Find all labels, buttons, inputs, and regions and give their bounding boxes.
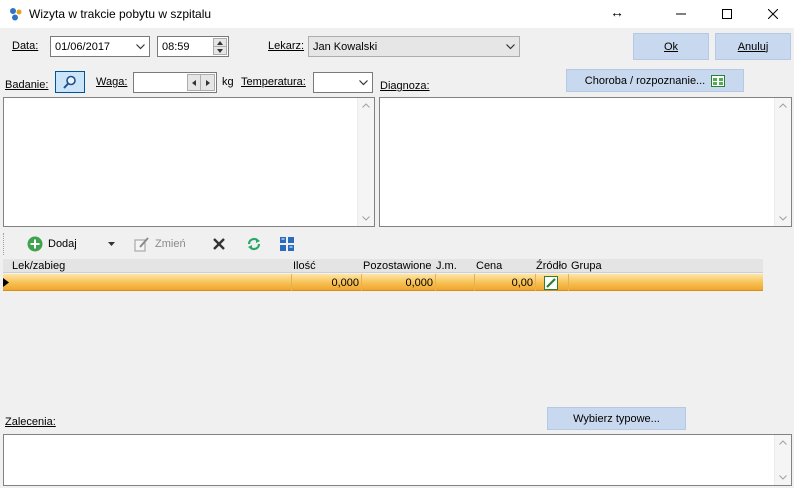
ok-label: Ok xyxy=(663,40,679,53)
cell-zrodlo xyxy=(536,274,569,291)
add-button[interactable]: Dodaj xyxy=(27,234,77,254)
choroba-button[interactable]: Choroba / rozpoznanie... xyxy=(566,69,744,92)
maximize-button[interactable] xyxy=(704,0,750,28)
maximize-icon xyxy=(722,9,732,19)
diagnoza-scrollbar[interactable] xyxy=(774,98,791,226)
resize-horizontal-icon: ↔ xyxy=(610,4,624,20)
chevron-down-icon xyxy=(506,43,515,49)
search-icon xyxy=(63,75,76,89)
diagnoza-label: Diagnoza: xyxy=(380,80,430,92)
cancel-label: Anuluj xyxy=(737,40,769,53)
zalecenia-scrollbar[interactable] xyxy=(774,435,791,485)
time-spinner[interactable] xyxy=(213,38,227,55)
grid-header: Lek/zabieg Ilość Pozostawione J.m. Cena … xyxy=(3,259,763,273)
add-dropdown-button[interactable] xyxy=(108,234,115,254)
cell-grupa xyxy=(569,274,763,291)
ok-button[interactable]: Ok xyxy=(633,33,709,60)
temperatura-dropdown-button[interactable] xyxy=(355,73,372,92)
table-icon xyxy=(711,74,726,87)
add-button-label: Dodaj xyxy=(48,238,77,250)
scroll-down-icon[interactable] xyxy=(779,475,787,480)
scroll-down-icon[interactable] xyxy=(362,216,370,221)
spin-up-icon[interactable] xyxy=(213,38,227,47)
time-value: 08:59 xyxy=(162,40,190,53)
badanie-scrollbar[interactable] xyxy=(357,98,374,226)
scroll-down-icon[interactable] xyxy=(779,216,787,221)
diagnoza-textarea[interactable] xyxy=(379,97,792,227)
chevron-down-icon xyxy=(136,43,145,49)
minimize-icon xyxy=(676,13,686,15)
doctor-dropdown-button[interactable] xyxy=(502,37,519,56)
caret-down-icon xyxy=(108,242,115,246)
zalecenia-label: Zalecenia: xyxy=(5,416,56,428)
col-header-cena[interactable]: Cena xyxy=(476,260,502,272)
step-left-icon[interactable] xyxy=(187,74,201,91)
col-header-ilosc[interactable]: Ilość xyxy=(293,260,316,272)
edit-button-label: Zmień xyxy=(155,238,186,250)
close-icon xyxy=(768,9,778,19)
col-header-zrodlo[interactable]: Źródło xyxy=(536,260,567,272)
spin-down-icon[interactable] xyxy=(213,47,227,55)
col-header-jm[interactable]: J.m. xyxy=(436,260,457,272)
col-header-pozostawione[interactable]: Pozostawione xyxy=(363,260,432,272)
minimize-button[interactable] xyxy=(658,0,704,28)
scroll-up-icon[interactable] xyxy=(362,103,370,108)
edit-icon xyxy=(134,237,149,252)
wybierz-typowe-button[interactable]: Wybierz typowe... xyxy=(547,407,686,430)
refresh-icon xyxy=(247,237,261,251)
cell-pozostawione: 0,000 xyxy=(362,274,436,291)
edit-button[interactable]: Zmień xyxy=(134,234,186,254)
window-title: Wizyta w trakcie pobytu w szpitalu xyxy=(29,7,212,21)
add-icon xyxy=(27,236,43,252)
columns-button[interactable] xyxy=(279,234,295,254)
grid-columns-icon xyxy=(280,237,294,251)
toolbar-grip xyxy=(3,233,4,255)
delete-button[interactable] xyxy=(212,234,226,254)
cell-cena: 0,00 xyxy=(475,274,536,291)
date-label: Data: xyxy=(12,40,39,52)
waga-stepper[interactable] xyxy=(187,74,215,91)
badanie-search-button[interactable] xyxy=(55,71,85,93)
waga-label: Waga: xyxy=(96,76,128,88)
date-value: 01/06/2017 xyxy=(55,40,111,53)
delete-icon xyxy=(213,238,225,250)
badanie-textarea[interactable] xyxy=(3,97,375,227)
cell-ilosc: 0,000 xyxy=(292,274,362,291)
title-bar: Wizyta w trakcie pobytu w szpitalu ↔ xyxy=(0,0,794,28)
doctor-value: Jan Kowalski xyxy=(313,40,378,53)
temperatura-select[interactable] xyxy=(313,72,373,93)
table-row[interactable]: 0,000 0,000 0,00 xyxy=(3,274,763,291)
step-right-icon[interactable] xyxy=(201,74,215,91)
refresh-button[interactable] xyxy=(246,234,262,254)
scroll-up-icon[interactable] xyxy=(779,103,787,108)
scroll-up-icon[interactable] xyxy=(779,440,787,445)
row-indicator-icon xyxy=(3,278,9,287)
choroba-button-label: Choroba / rozpoznanie... xyxy=(584,74,706,87)
badanie-label: Badanie: xyxy=(5,79,49,91)
cell-name xyxy=(11,274,292,291)
app-logo-icon xyxy=(10,8,22,21)
temperatura-label: Temperatura: xyxy=(241,76,306,88)
date-field[interactable]: 01/06/2017 xyxy=(50,36,150,57)
col-header-grupa[interactable]: Grupa xyxy=(571,260,602,272)
time-field[interactable]: 08:59 xyxy=(157,36,229,57)
source-edit-icon xyxy=(544,275,558,290)
waga-input[interactable] xyxy=(133,72,217,93)
cell-jm xyxy=(436,274,475,291)
doctor-select[interactable]: Jan Kowalski xyxy=(308,36,520,57)
kg-label: kg xyxy=(222,76,234,88)
zalecenia-textarea[interactable] xyxy=(3,434,792,486)
close-button[interactable] xyxy=(750,0,794,28)
date-dropdown-button[interactable] xyxy=(132,37,149,56)
cancel-button[interactable]: Anuluj xyxy=(715,33,791,60)
chevron-down-icon xyxy=(359,79,368,85)
col-header-name[interactable]: Lek/zabieg xyxy=(12,260,65,272)
doctor-label: Lekarz: xyxy=(268,40,305,52)
wybierz-typowe-label: Wybierz typowe... xyxy=(573,412,660,425)
